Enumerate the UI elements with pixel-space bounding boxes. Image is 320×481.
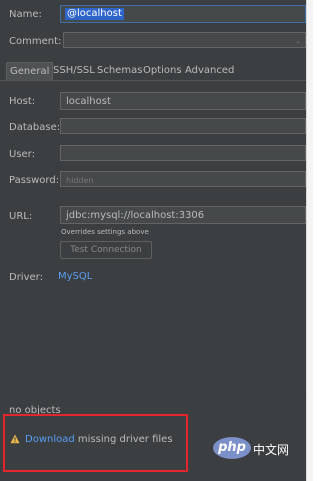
tab-advanced[interactable]: Advanced	[185, 62, 234, 80]
tab-ssh-ssl[interactable]: SSH/SSL	[53, 62, 95, 80]
comment-field[interactable]: ⌄	[63, 32, 306, 48]
comment-label: Comment:	[9, 36, 62, 47]
host-value: localhost	[66, 96, 111, 107]
database-field[interactable]	[60, 118, 306, 134]
user-label: User:	[9, 149, 35, 160]
host-field[interactable]: localhost	[60, 92, 306, 110]
tab-options[interactable]: Options	[143, 62, 182, 80]
highlight-box	[3, 414, 188, 472]
data-source-panel: Name: @localhost Comment: ⌄ General SSH/…	[0, 0, 306, 481]
name-field[interactable]: @localhost	[60, 5, 306, 23]
url-hint: Overrides settings above	[61, 228, 149, 236]
driver-link[interactable]: MySQL	[58, 271, 92, 282]
url-value: jdbc:mysql://localhost:3306	[66, 210, 205, 221]
user-field[interactable]	[60, 145, 306, 161]
url-label: URL:	[9, 211, 33, 222]
name-value: @localhost	[65, 8, 124, 20]
test-connection-button[interactable]: Test Connection	[60, 241, 152, 259]
host-label: Host:	[9, 96, 36, 107]
name-label: Name:	[9, 9, 42, 20]
tab-divider	[0, 80, 306, 81]
password-field[interactable]: hidden	[60, 171, 306, 187]
driver-label: Driver:	[9, 272, 43, 283]
password-label: Password:	[9, 175, 60, 186]
tab-schemas[interactable]: Schemas	[97, 62, 142, 80]
watermark-logo: php	[213, 437, 251, 459]
expand-icon[interactable]: ⌄	[295, 37, 301, 45]
database-label: Database:	[9, 122, 61, 133]
section-divider	[0, 395, 306, 396]
url-field[interactable]: jdbc:mysql://localhost:3306	[60, 206, 306, 224]
password-placeholder: hidden	[66, 176, 94, 185]
window-edge	[306, 0, 313, 481]
watermark-text: 中文网	[253, 443, 290, 457]
tab-general[interactable]: General	[6, 62, 54, 80]
